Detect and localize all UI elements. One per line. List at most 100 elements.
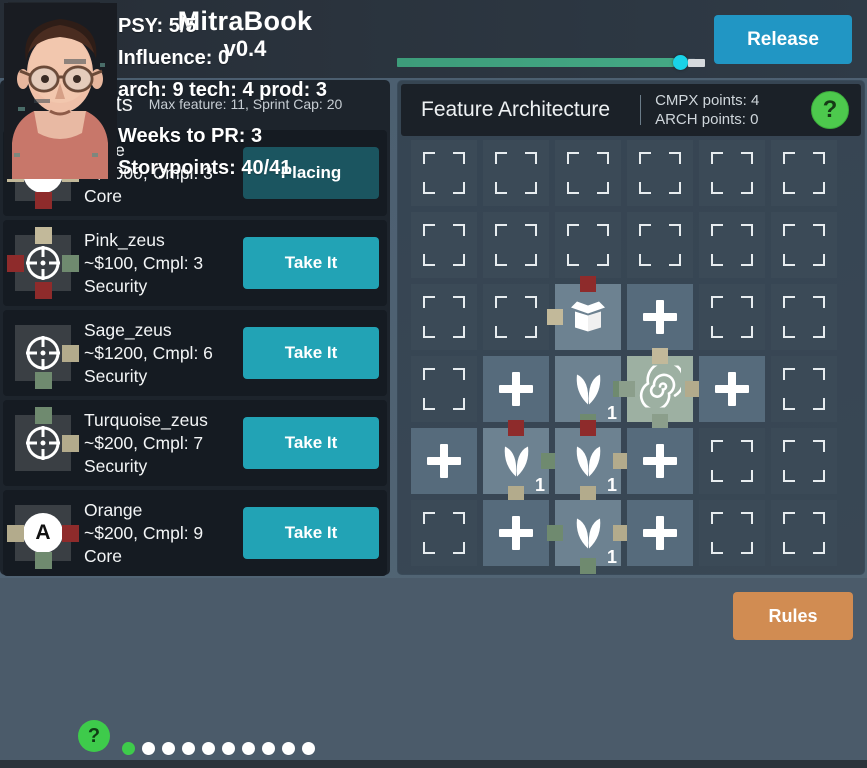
- grid-cell-r6c2[interactable]: [483, 500, 549, 566]
- grid-cell-r3c2[interactable]: [483, 284, 549, 350]
- leaf-icon: [568, 439, 608, 484]
- grid-cell-r3c3[interactable]: [547, 276, 621, 350]
- week-dot: [162, 742, 175, 755]
- grid-cell-r2c4[interactable]: [627, 212, 693, 278]
- storypoints-stat: Storypoints: 40/41: [118, 157, 292, 179]
- component-info: Sage_zeus ~$1200, Cmpl: 6 Security: [71, 319, 243, 388]
- grid-cell-r2c5[interactable]: [699, 212, 765, 278]
- week-dot: [262, 742, 275, 755]
- grid-cell-r3c4[interactable]: [627, 284, 693, 350]
- grid-cell-r1c1[interactable]: [411, 140, 477, 206]
- grid-cell-r4c3[interactable]: 1: [555, 356, 629, 430]
- grid-cell-r6c5[interactable]: [699, 500, 765, 566]
- connector-bottom: [35, 192, 52, 209]
- rules-button[interactable]: Rules: [733, 592, 853, 640]
- component-info: Pink_zeus ~$100, Cmpl: 3 Security: [71, 229, 243, 298]
- grid-cell-r1c6[interactable]: [771, 140, 837, 206]
- grid-cell-r4c2[interactable]: [483, 356, 549, 422]
- grid-cell-r5c1[interactable]: [411, 428, 477, 494]
- grid-cell-r4c1[interactable]: [411, 356, 477, 422]
- connector-bottom: [35, 372, 52, 389]
- connector-bottom: [35, 282, 52, 299]
- connector-right: [62, 525, 79, 542]
- grid-cell-r1c2[interactable]: [483, 140, 549, 206]
- grid-cell-r4c6[interactable]: [771, 356, 837, 422]
- grid-cell-r5c5[interactable]: [699, 428, 765, 494]
- help-icon[interactable]: ?: [811, 91, 849, 129]
- arch-points: ARCH points: 0: [655, 111, 759, 128]
- component-row[interactable]: Turquoise_zeus ~$200, Cmpl: 7 Security Take…: [3, 400, 387, 486]
- points-readout: CMPX points: 4 ARCH points: 0: [641, 91, 759, 129]
- component-action-button[interactable]: Take It: [243, 507, 379, 559]
- grid-cell-r5c2[interactable]: 1: [483, 420, 557, 502]
- component-core-letter: A: [23, 513, 63, 553]
- grid-cell-r3c5[interactable]: [699, 284, 765, 350]
- component-row[interactable]: Sage_zeus ~$1200, Cmpl: 6 Security Take It: [3, 310, 387, 396]
- add-component-plus-icon[interactable]: [427, 444, 461, 478]
- component-info: Turquoise_zeus ~$200, Cmpl: 7 Security: [71, 409, 243, 478]
- connector-right: [62, 435, 79, 452]
- component-category: Core: [84, 185, 122, 206]
- cell-level-badge: 1: [534, 475, 545, 495]
- component-category: Core: [84, 545, 122, 566]
- components-list: ARose~$1000, Cmpl: 3CorePlacingPink_zeus…: [0, 130, 390, 576]
- grid-cell-r5c3[interactable]: 1: [555, 420, 629, 502]
- grid-cell-r5c4[interactable]: [627, 428, 693, 494]
- week-dot: [142, 742, 155, 755]
- avatar-help-icon[interactable]: ?: [78, 720, 110, 752]
- component-core-crosshair: [23, 333, 63, 373]
- add-component-plus-icon[interactable]: [499, 372, 533, 406]
- component-action-button[interactable]: Take It: [243, 417, 379, 469]
- grid-cell-r1c4[interactable]: [627, 140, 693, 206]
- add-component-plus-icon[interactable]: [715, 372, 749, 406]
- letter-a-node-icon: A: [7, 505, 79, 569]
- sprint-progress-bar[interactable]: [397, 55, 705, 70]
- connector-left: [547, 309, 563, 325]
- cell-level-badge: 1: [606, 403, 617, 423]
- component-row[interactable]: Pink_zeus ~$100, Cmpl: 3 Security Take It: [3, 220, 387, 306]
- crosshair-node-icon: [15, 407, 79, 471]
- component-info: Orange ~$200, Cmpl: 9 Core: [71, 499, 243, 568]
- grid-cell-r4c4[interactable]: [619, 348, 701, 430]
- component-name: Orange: [84, 499, 143, 520]
- progress-knob[interactable]: [673, 55, 688, 70]
- add-component-plus-icon[interactable]: [499, 516, 533, 550]
- cell-level-badge: 1: [606, 547, 617, 567]
- connector-bottom: [35, 552, 52, 569]
- grid-cell-r2c1[interactable]: [411, 212, 477, 278]
- crosshair-node-icon: [7, 227, 79, 299]
- component-row[interactable]: A Orange ~$200, Cmpl: 9 Core Take It: [3, 490, 387, 576]
- grid-cell-r2c6[interactable]: [771, 212, 837, 278]
- connector-bottom: [580, 558, 596, 574]
- connector-top: [35, 407, 52, 424]
- player-portrait-avatar[interactable]: [4, 3, 117, 179]
- cell-level-badge: 1: [606, 475, 617, 495]
- grid-cell-r6c3[interactable]: 1: [547, 500, 629, 574]
- grid-cell-r6c6[interactable]: [771, 500, 837, 566]
- grid-cell-r2c3[interactable]: [555, 212, 621, 278]
- component-action-button[interactable]: Take It: [243, 327, 379, 379]
- open-box-icon: [567, 294, 609, 341]
- component-name: Turquoise_zeus: [84, 409, 208, 430]
- feature-architecture-panel: Feature Architecture CMPX points: 4 ARCH…: [397, 80, 865, 575]
- component-action-button[interactable]: Take It: [243, 237, 379, 289]
- connector-left: [619, 381, 635, 397]
- psy-stat: PSY: 5/5: [118, 15, 197, 37]
- grid-cell-r1c5[interactable]: [699, 140, 765, 206]
- grid-cell-r6c4[interactable]: [627, 500, 693, 566]
- release-button[interactable]: Release: [714, 15, 852, 64]
- grid-cell-r5c6[interactable]: [771, 428, 837, 494]
- grid-cell-r4c5[interactable]: [699, 356, 765, 422]
- grid-cell-r6c1[interactable]: [411, 500, 477, 566]
- grid-cell-r2c2[interactable]: [483, 212, 549, 278]
- grid-cell-r1c3[interactable]: [555, 140, 621, 206]
- progress-remaining: [688, 59, 705, 67]
- grid-cell-r3c6[interactable]: [771, 284, 837, 350]
- week-dot: [182, 742, 195, 755]
- add-component-plus-icon[interactable]: [643, 444, 677, 478]
- add-component-plus-icon[interactable]: [643, 300, 677, 334]
- add-component-plus-icon[interactable]: [643, 516, 677, 550]
- week-dot: [242, 742, 255, 755]
- connector-top: [580, 420, 596, 436]
- grid-cell-r3c1[interactable]: [411, 284, 477, 350]
